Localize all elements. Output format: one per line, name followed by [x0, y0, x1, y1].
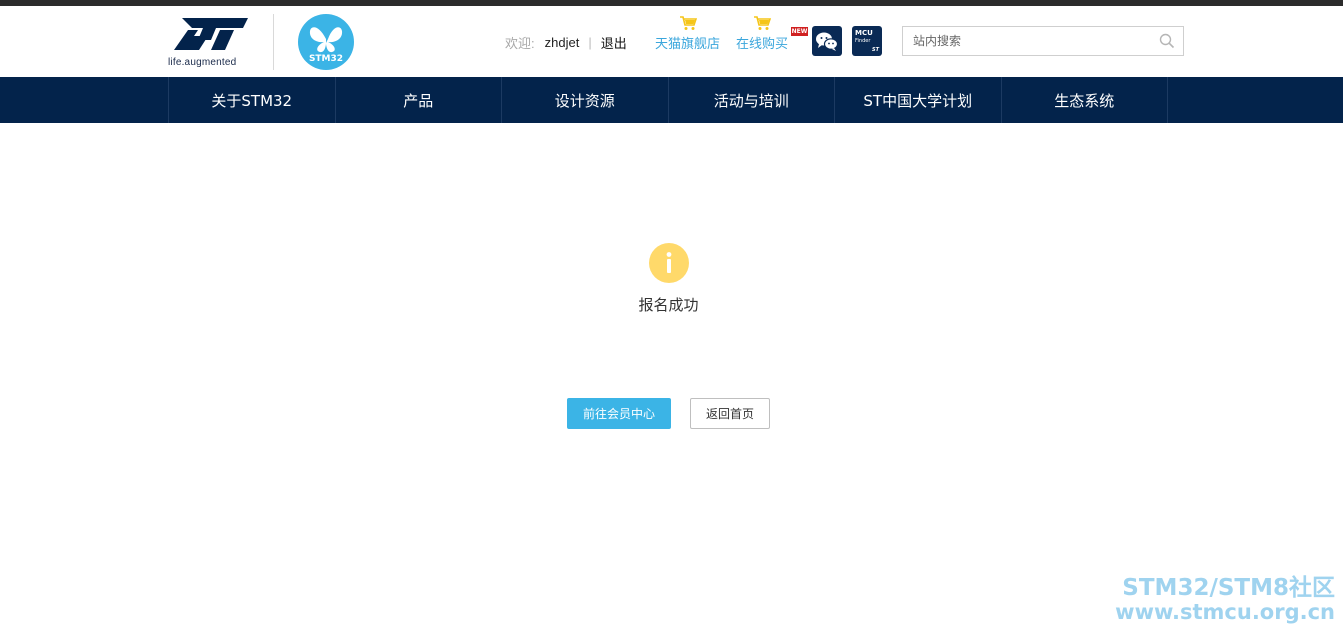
- main-nav-items: 关于STM32 产品 设计资源 活动与培训 ST中国大学计划 生态系统: [168, 77, 1168, 123]
- welcome-label: 欢迎:: [505, 35, 535, 51]
- wechat-button[interactable]: [812, 26, 842, 56]
- search-input[interactable]: [903, 27, 1153, 55]
- nav-item-products[interactable]: 产品: [336, 77, 502, 123]
- username: zhdjet: [544, 34, 580, 50]
- nav-item-university-program[interactable]: ST中国大学计划: [835, 77, 1002, 123]
- logout-link[interactable]: 退出: [601, 33, 627, 52]
- nav-item-about-stm32[interactable]: 关于STM32: [169, 77, 336, 123]
- stm32-logo[interactable]: STM32: [297, 13, 355, 71]
- watermark-line1: STM32/STM8社区: [1122, 575, 1335, 601]
- success-message: 报名成功: [638, 296, 699, 314]
- nav-item-design-resources[interactable]: 设计资源: [502, 77, 669, 123]
- search-icon[interactable]: [1159, 33, 1175, 49]
- online-buy-label: 在线购买: [736, 36, 789, 51]
- mcu-finder-button[interactable]: MCU Finder ST: [852, 26, 882, 56]
- go-member-center-button[interactable]: 前往会员中心: [567, 398, 671, 429]
- mcu-finder-line3: ST: [871, 47, 879, 53]
- mcu-finder-line2: Finder: [855, 38, 871, 44]
- site-search: [902, 26, 1184, 56]
- st-tagline: life.augmented: [168, 57, 237, 68]
- main-nav: 关于STM32 产品 设计资源 活动与培训 ST中国大学计划 生态系统: [0, 77, 1343, 123]
- site-watermark: STM32/STM8社区 www.stmcu.org.cn: [1115, 576, 1335, 624]
- wechat-icon: [816, 32, 839, 51]
- tmall-store-label: 天猫旗舰店: [655, 36, 721, 51]
- logo-divider: [273, 14, 274, 70]
- back-home-button[interactable]: 返回首页: [690, 398, 770, 429]
- online-buy-link[interactable]: 在线购买: [736, 16, 789, 52]
- user-area: 欢迎: zhdjet | 退出: [505, 33, 627, 51]
- info-icon: [649, 243, 689, 283]
- site-header: life.augmented STM32 欢迎: zhdjet | 退出 天猫旗…: [0, 6, 1343, 77]
- shopping-cart-icon: [680, 16, 697, 30]
- tmall-store-link[interactable]: 天猫旗舰店: [655, 16, 721, 52]
- stm32-logo-text: STM32: [309, 54, 343, 64]
- nav-item-ecosystem[interactable]: 生态系统: [1002, 77, 1168, 123]
- nav-item-events-training[interactable]: 活动与培训: [669, 77, 835, 123]
- mcu-finder-line1: MCU: [855, 29, 873, 37]
- user-separator: |: [588, 34, 592, 50]
- shopping-cart-icon: [754, 16, 771, 30]
- watermark-line2: www.stmcu.org.cn: [1115, 600, 1335, 624]
- new-badge: NEW: [791, 27, 808, 36]
